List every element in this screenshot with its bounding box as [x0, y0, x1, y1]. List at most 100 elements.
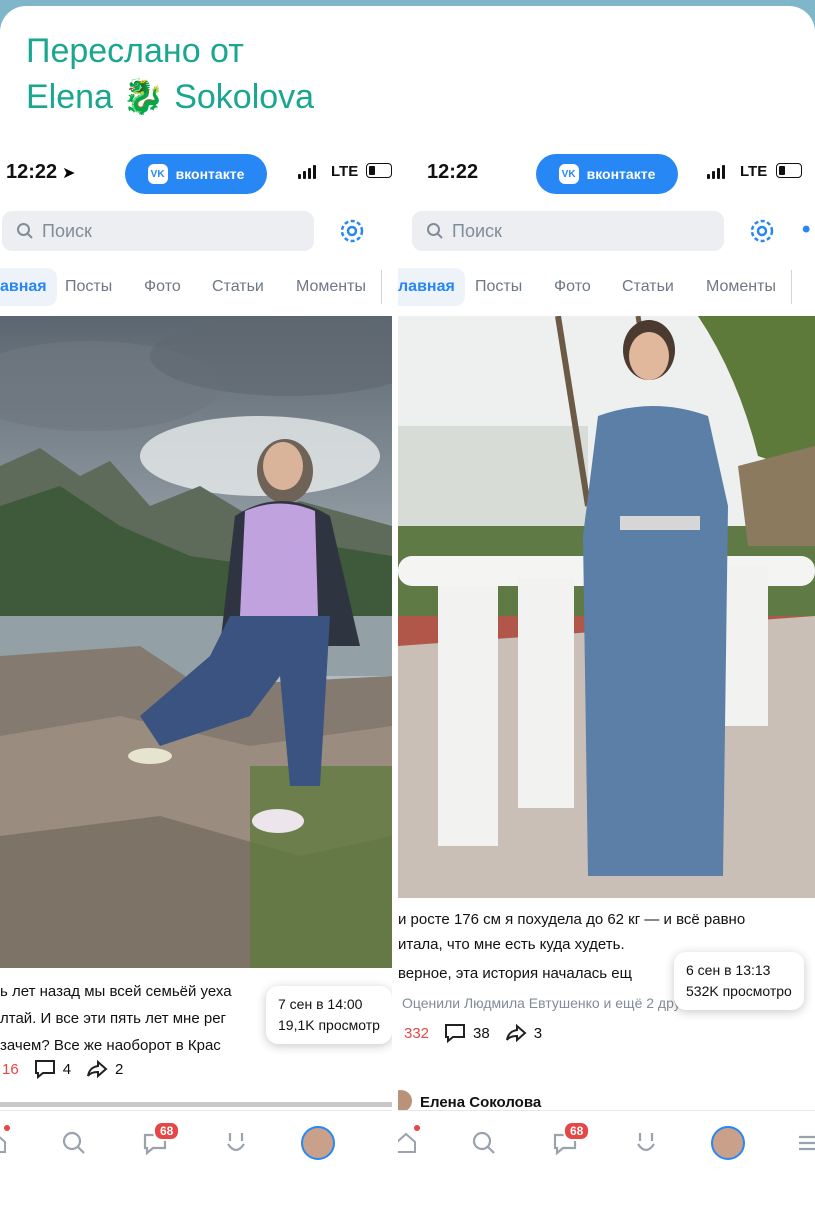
author-last-name: Sokolova	[174, 78, 315, 116]
post-text-line-1: ь лет назад мы всей семьёй уеха	[0, 983, 232, 1000]
nav-messages[interactable]: 68	[545, 1121, 591, 1163]
messages-badge: 68	[563, 1121, 591, 1141]
post-photo-terrace-image	[398, 316, 815, 898]
nav-home[interactable]	[398, 1123, 426, 1163]
post-text-line-3: верное, эта история началась ещ	[398, 965, 632, 982]
search-placeholder: Поиск	[42, 220, 92, 241]
status-time: 12:22	[427, 161, 479, 183]
post-photo-mountains[interactable]	[0, 316, 392, 968]
tab-divider	[381, 270, 382, 304]
author-first-name: Elena	[26, 78, 113, 116]
vk-logo-icon: VK	[558, 164, 579, 184]
gear-icon[interactable]	[335, 214, 369, 248]
clips-icon	[637, 1133, 655, 1152]
forwarded-author[interactable]: Elena 🐉 Sokolova	[26, 74, 314, 120]
tab-photos[interactable]: Фото	[144, 268, 181, 306]
search-icon	[62, 1131, 85, 1154]
battery-icon	[366, 163, 392, 178]
comment-count: 38	[473, 1024, 490, 1042]
profile-tabs: авная Посты Фото Статьи Моменты	[0, 268, 392, 308]
notification-dot	[414, 1125, 420, 1131]
post-photo-mountains-image	[0, 316, 392, 968]
liked-by-line[interactable]: Оценили Людмила Евтушенко и ещё 2 друга	[402, 995, 693, 1011]
share-icon[interactable]	[504, 1022, 528, 1044]
home-icon	[0, 1136, 6, 1153]
post-stats: 332 38 3	[404, 1022, 542, 1044]
like-count[interactable]: 332	[404, 1025, 429, 1042]
nav-profile[interactable]	[298, 1123, 338, 1163]
status-bar: 12:22 ➤ VK вконтакте LTE	[0, 144, 392, 202]
screenshot-right[interactable]: 12:22 VK вконтакте LTE Поиск • лавная По…	[398, 144, 815, 1208]
tab-moments[interactable]: Моменты	[706, 268, 776, 306]
post-views: 532K просмотро	[686, 983, 792, 999]
search-input[interactable]: Поиск	[412, 211, 724, 251]
location-arrow-icon: ➤	[62, 165, 76, 182]
tab-moments[interactable]: Моменты	[296, 268, 366, 306]
vk-app-pill[interactable]: VK вконтакте	[125, 154, 267, 194]
screenshot-left[interactable]: 12:22 ➤ VK вконтакте LTE Поиск авная Пос…	[0, 144, 392, 1208]
tab-posts[interactable]: Посты	[475, 268, 522, 306]
comment-icon[interactable]	[33, 1058, 57, 1080]
tab-main[interactable]: лавная	[398, 268, 465, 306]
scroll-indicator	[0, 1102, 392, 1107]
avatar	[711, 1126, 745, 1160]
post-text-line-1: и росте 176 см я похудела до 62 кг — и в…	[398, 911, 746, 928]
notification-dot	[4, 1125, 10, 1131]
nav-menu[interactable]	[788, 1123, 815, 1163]
gear-icon[interactable]	[745, 214, 779, 248]
post-text-line-2: итала, что мне есть куда худеть.	[398, 936, 625, 953]
bottom-navbar: 68	[0, 1110, 392, 1177]
post-text-line-3: зачем? Все же наоборот в Крас	[0, 1037, 221, 1054]
post-date-tooltip: 7 сен в 14:00 19,1K просмотр	[266, 986, 392, 1044]
more-icon[interactable]: •	[802, 216, 810, 244]
nav-home[interactable]	[0, 1123, 16, 1163]
battery-icon	[776, 163, 802, 178]
nav-clips[interactable]	[626, 1123, 666, 1163]
nav-search[interactable]	[54, 1123, 94, 1163]
menu-icon	[799, 1135, 815, 1151]
tab-articles[interactable]: Статьи	[622, 268, 674, 306]
next-post-author[interactable]: Елена Соколова	[420, 1094, 541, 1111]
post-date: 7 сен в 14:00	[278, 996, 363, 1012]
search-icon	[472, 1131, 495, 1154]
share-count: 3	[533, 1024, 543, 1042]
share-icon[interactable]	[85, 1058, 109, 1080]
signal-icon	[707, 165, 725, 179]
nav-profile[interactable]	[708, 1123, 748, 1163]
nav-messages[interactable]: 68	[135, 1121, 181, 1163]
search-placeholder: Поиск	[452, 220, 502, 241]
vk-logo-icon: VK	[147, 164, 168, 184]
tab-posts[interactable]: Посты	[65, 268, 112, 306]
profile-tabs: лавная Посты Фото Статьи Моменты	[398, 268, 815, 308]
tab-articles[interactable]: Статьи	[212, 268, 264, 306]
post-date: 6 сен в 13:13	[686, 962, 771, 978]
status-bar: 12:22 VK вконтакте LTE	[398, 144, 815, 202]
comment-count: 4	[62, 1060, 72, 1078]
share-count: 2	[115, 1060, 124, 1078]
forwarded-label: Переслано от	[26, 32, 244, 70]
post-text-line-2: лтай. И все эти пять лет мне рег	[0, 1010, 227, 1027]
network-label: LTE	[331, 163, 359, 180]
home-icon	[398, 1132, 416, 1153]
post-photo-terrace[interactable]	[398, 316, 815, 898]
author-avatar[interactable]	[398, 1090, 412, 1112]
vk-app-pill[interactable]: VK вконтакте	[536, 154, 678, 194]
network-label: LTE	[740, 163, 768, 180]
post-date-tooltip: 6 сен в 13:13 532K просмотро	[674, 952, 804, 1010]
tab-photos[interactable]: Фото	[554, 268, 591, 306]
nav-clips[interactable]	[216, 1123, 256, 1163]
vk-pill-label: вконтакте	[175, 166, 245, 182]
search-input[interactable]: Поиск	[2, 211, 314, 251]
signal-icon	[298, 165, 316, 179]
comment-icon[interactable]	[443, 1022, 467, 1044]
nav-search[interactable]	[464, 1123, 504, 1163]
forwarded-header[interactable]: Переслано от Elena 🐉 Sokolova	[26, 28, 314, 120]
bottom-navbar: 68	[398, 1110, 815, 1177]
message-bubble: Переслано от Elena 🐉 Sokolova 12:22 ➤ VK…	[0, 6, 815, 1223]
vk-pill-label: вконтакте	[586, 166, 656, 182]
tab-main[interactable]: авная	[0, 268, 57, 306]
messages-badge: 68	[153, 1121, 181, 1141]
dragon-emoji-icon: 🐉	[122, 78, 165, 116]
like-count[interactable]: 16	[2, 1061, 19, 1078]
status-time: 12:22	[6, 161, 58, 183]
